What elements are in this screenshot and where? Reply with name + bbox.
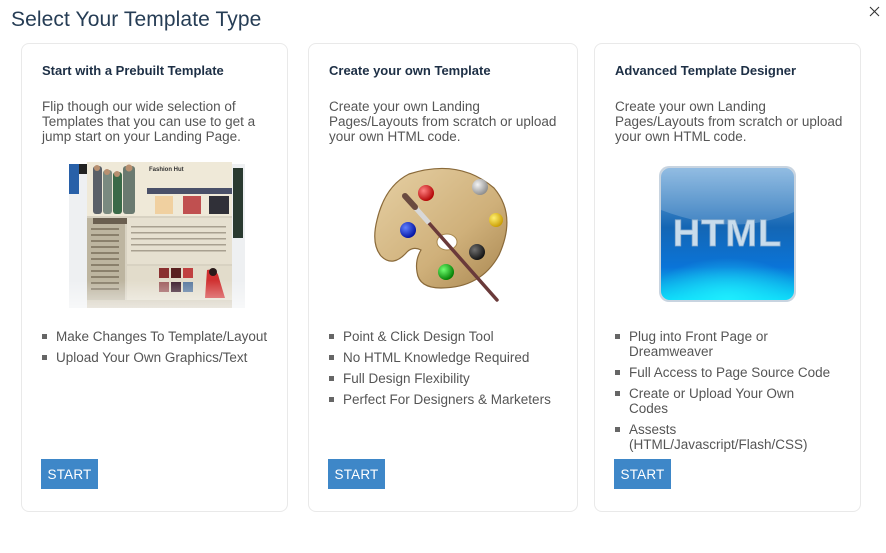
feature-item: Point & Click Design Tool [329,329,559,344]
close-button[interactable] [866,3,884,21]
advanced-template-designer-card: Advanced Template Designer Create your o… [594,43,861,512]
html-icon: HTML [659,166,796,302]
bullet-icon [615,427,620,432]
feature-item: Assests (HTML/Javascript/Flash/CSS) [615,422,835,452]
bullet-icon [42,355,47,360]
feature-item: Create or Upload Your Own Codes [615,386,835,416]
feature-item: Perfect For Designers & Marketers [329,392,559,407]
card-description: Create your own Landing Pages/Layouts fr… [329,99,557,144]
feature-item: No HTML Knowledge Required [329,350,559,365]
close-icon [869,6,880,17]
feature-item: Plug into Front Page or Dreamweaver [615,329,835,359]
prebuilt-template-preview-image: Fashion Hut [67,162,247,310]
card-description: Flip though our wide selection of Templa… [42,99,256,144]
template-thumbnail-title: Fashion Hut [149,167,184,173]
bullet-icon [329,397,334,402]
bullet-icon [42,334,47,339]
card-title: Advanced Template Designer [615,63,797,78]
create-own-template-card: Create your own Template Create your own… [308,43,578,512]
feature-item: Full Access to Page Source Code [615,365,835,380]
feature-list: Make Changes To Template/Layout Upload Y… [42,329,272,371]
html-icon-text: HTML [673,213,783,255]
start-prebuilt-template-button[interactable]: START [41,459,98,489]
bullet-icon [615,334,620,339]
feature-item: Make Changes To Template/Layout [42,329,272,344]
bullet-icon [615,370,620,375]
paint-palette-icon [374,167,508,302]
card-description: Create your own Landing Pages/Layouts fr… [615,99,843,144]
card-title: Start with a Prebuilt Template [42,63,224,78]
prebuilt-template-card: Start with a Prebuilt Template Flip thou… [21,43,288,512]
card-title: Create your own Template [329,63,491,78]
bullet-icon [329,376,334,381]
modal-title: Select Your Template Type [11,8,262,31]
feature-list: Point & Click Design Tool No HTML Knowle… [329,329,559,413]
bullet-icon [329,334,334,339]
bullet-icon [615,391,620,396]
start-advanced-designer-button[interactable]: START [614,459,671,489]
feature-item: Upload Your Own Graphics/Text [42,350,272,365]
feature-list: Plug into Front Page or Dreamweaver Full… [615,329,835,458]
start-create-own-template-button[interactable]: START [328,459,385,489]
bullet-icon [329,355,334,360]
feature-item: Full Design Flexibility [329,371,559,386]
